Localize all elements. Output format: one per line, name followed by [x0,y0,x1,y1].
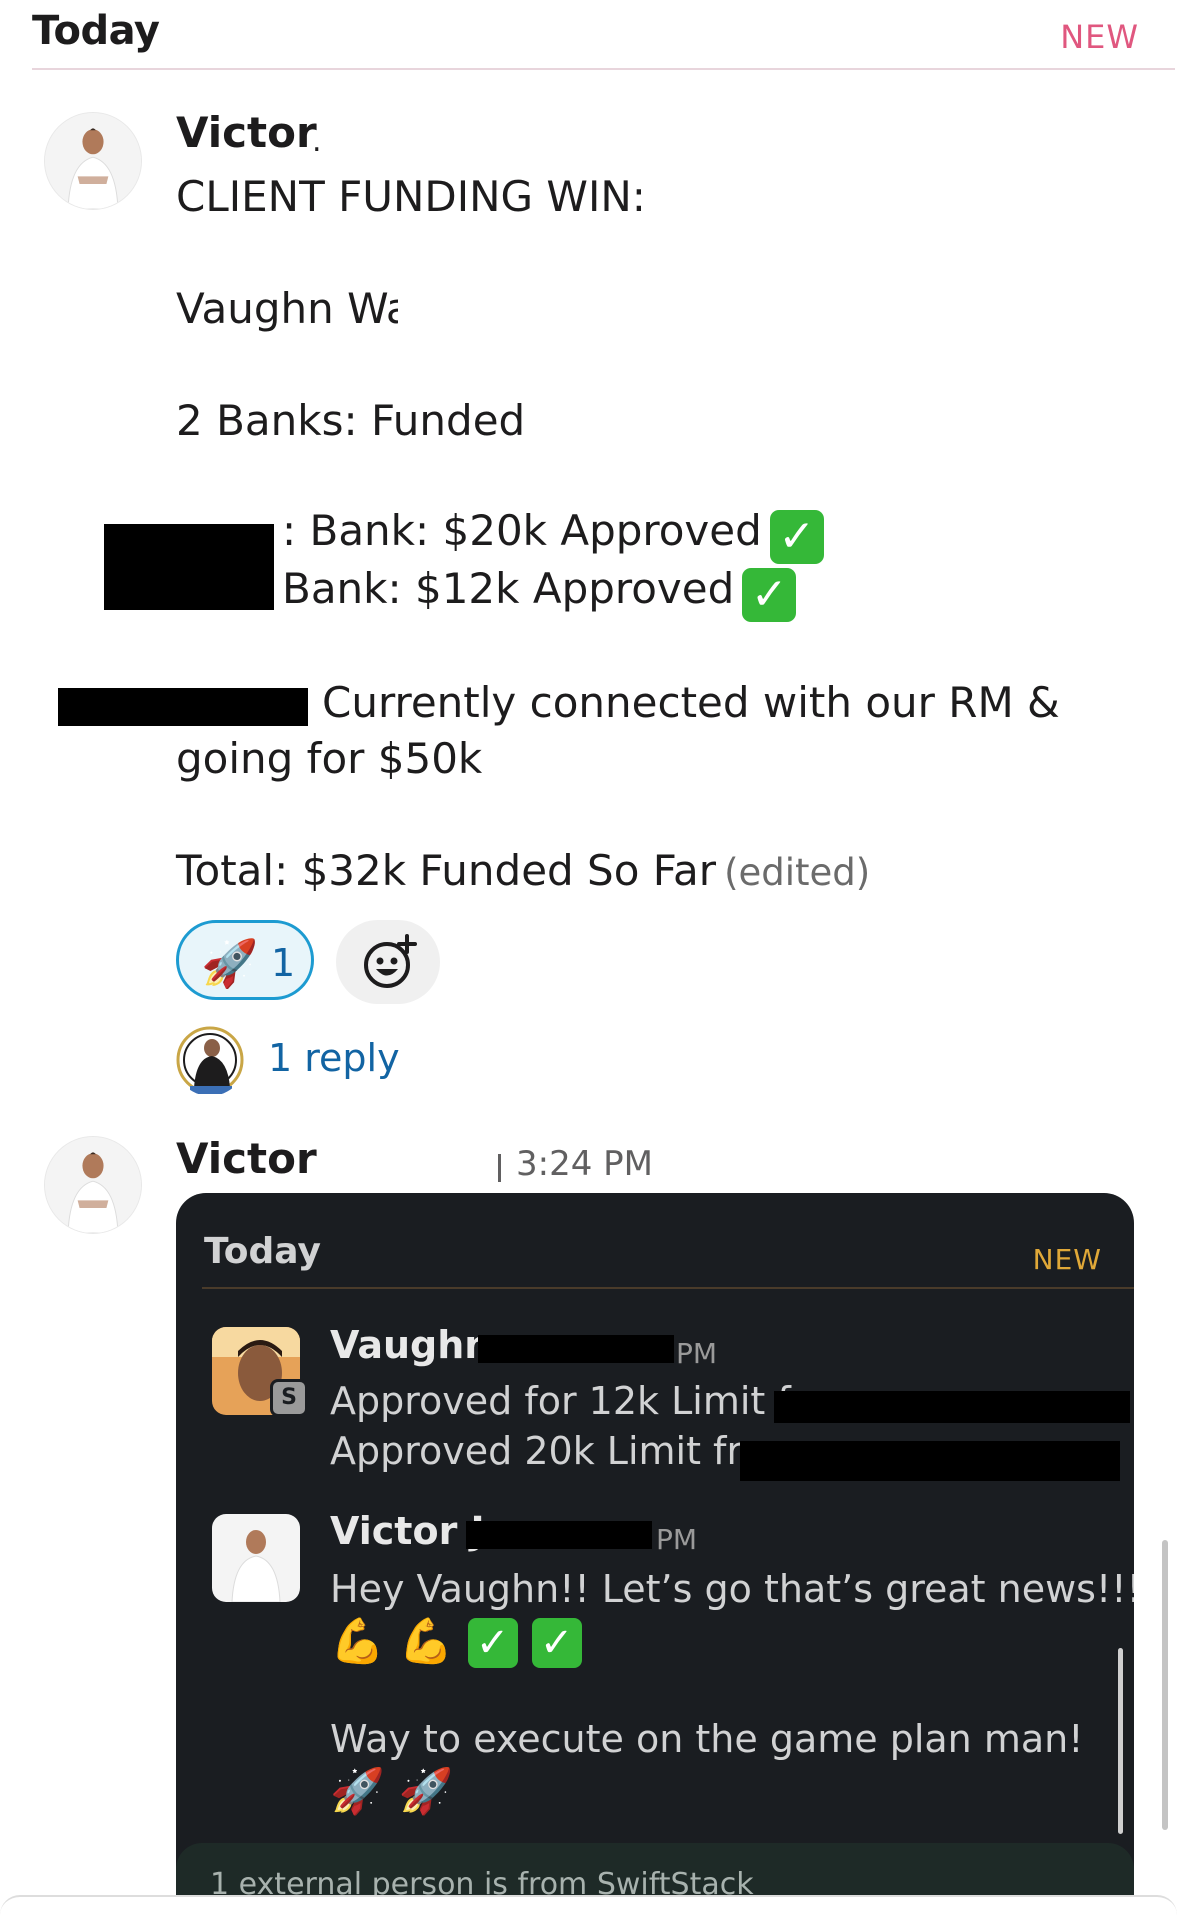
message-text-line: Vaughn Wa [176,284,398,333]
message-timestamp[interactable]: 3:24 PM [516,1144,653,1184]
message-author[interactable]: Victor [176,1134,317,1183]
edited-label: (edited) [724,851,871,894]
composer-edge [0,1895,1177,1920]
bank-line-text: : Bank: $20k Approved [282,506,762,555]
embed-time: PM [676,1337,718,1370]
embed-message-line: Way to execute on the game plan man! [330,1717,1084,1761]
message-text-line: Total: $32k Funded So Far (edited) [176,846,870,895]
page-scrollbar[interactable] [1162,1540,1168,1830]
embed-author: Vaughn [330,1323,492,1367]
flexed-biceps-icon: 💪 [398,1616,454,1667]
total-text: Total: $32k Funded So Far [176,846,717,895]
add-emoji-icon [364,934,417,988]
embed-emoji-row: 🚀 🚀 [330,1765,468,1817]
redaction-box [740,1441,1120,1481]
reply-user-avatar[interactable] [174,1024,246,1096]
embed-emoji-row: 💪 💪 ✓ ✓ [330,1615,596,1668]
person-avatar-icon [212,1514,300,1602]
redaction-box [466,1521,652,1549]
message-text-line: 2 Banks: Funded [176,396,526,445]
day-divider: Today NEW [32,6,1175,70]
external-badge-icon: S [270,1379,308,1417]
check-mark-icon: ✓ [531,1618,582,1668]
check-mark-icon: ✓ [467,1618,518,1668]
person-avatar-icon [45,1137,141,1233]
rocket-icon: 🚀 [201,936,259,990]
embed-author: Victor J [330,1509,485,1553]
embedded-screenshot[interactable]: Today NEW S Vaughn PM Approved for 12k L… [176,1193,1134,1920]
embed-time: PM [656,1523,698,1556]
embed-new-label: NEW [1032,1243,1102,1276]
flexed-biceps-icon: 💪 [330,1616,385,1667]
embed-scrollbar [1118,1648,1123,1834]
author-suffix: . [312,124,322,159]
user-avatar[interactable] [44,112,142,210]
redaction-box [104,524,274,610]
embed-message-line: Approved 20k Limit from [330,1429,802,1473]
message-text-line: Currently connected with our RM & [322,678,1060,727]
check-mark-icon: ✓ [742,568,797,622]
add-reaction-button[interactable] [336,920,440,1004]
cropped-text-fragment [498,1154,501,1182]
redaction-box [58,688,308,726]
message-text-line: Bank: $12k Approved ✓ [282,564,797,622]
day-divider-label: Today [32,8,160,54]
embed-message-line: Hey Vaughn!! Let’s go that’s great news!… [330,1567,1134,1611]
person-avatar-icon [174,1024,246,1096]
message-text-line: going for $50k [176,734,483,783]
redaction-box [478,1335,674,1363]
embed-day-label: Today [204,1231,321,1272]
user-avatar[interactable] [44,1136,142,1234]
message-text-line: CLIENT FUNDING WIN: [176,172,646,221]
reaction-count: 1 [271,941,296,985]
thread-replies-link[interactable]: 1 reply [268,1036,400,1080]
bank-line-text: Bank: $12k Approved [282,564,735,613]
rocket-reaction-button[interactable]: 🚀 1 [176,920,314,1000]
rocket-icon: 🚀 [330,1766,385,1817]
embed-divider [202,1287,1134,1289]
redaction-box [774,1391,1130,1423]
message-text-line: : Bank: $20k Approved ✓ [282,506,824,564]
new-messages-label: NEW [1060,18,1139,56]
person-avatar-icon [45,113,141,209]
check-mark-icon: ✓ [769,510,824,564]
embed-user-avatar [212,1514,300,1602]
rocket-icon: 🚀 [398,1766,454,1817]
message-author[interactable]: Victor [176,108,317,157]
